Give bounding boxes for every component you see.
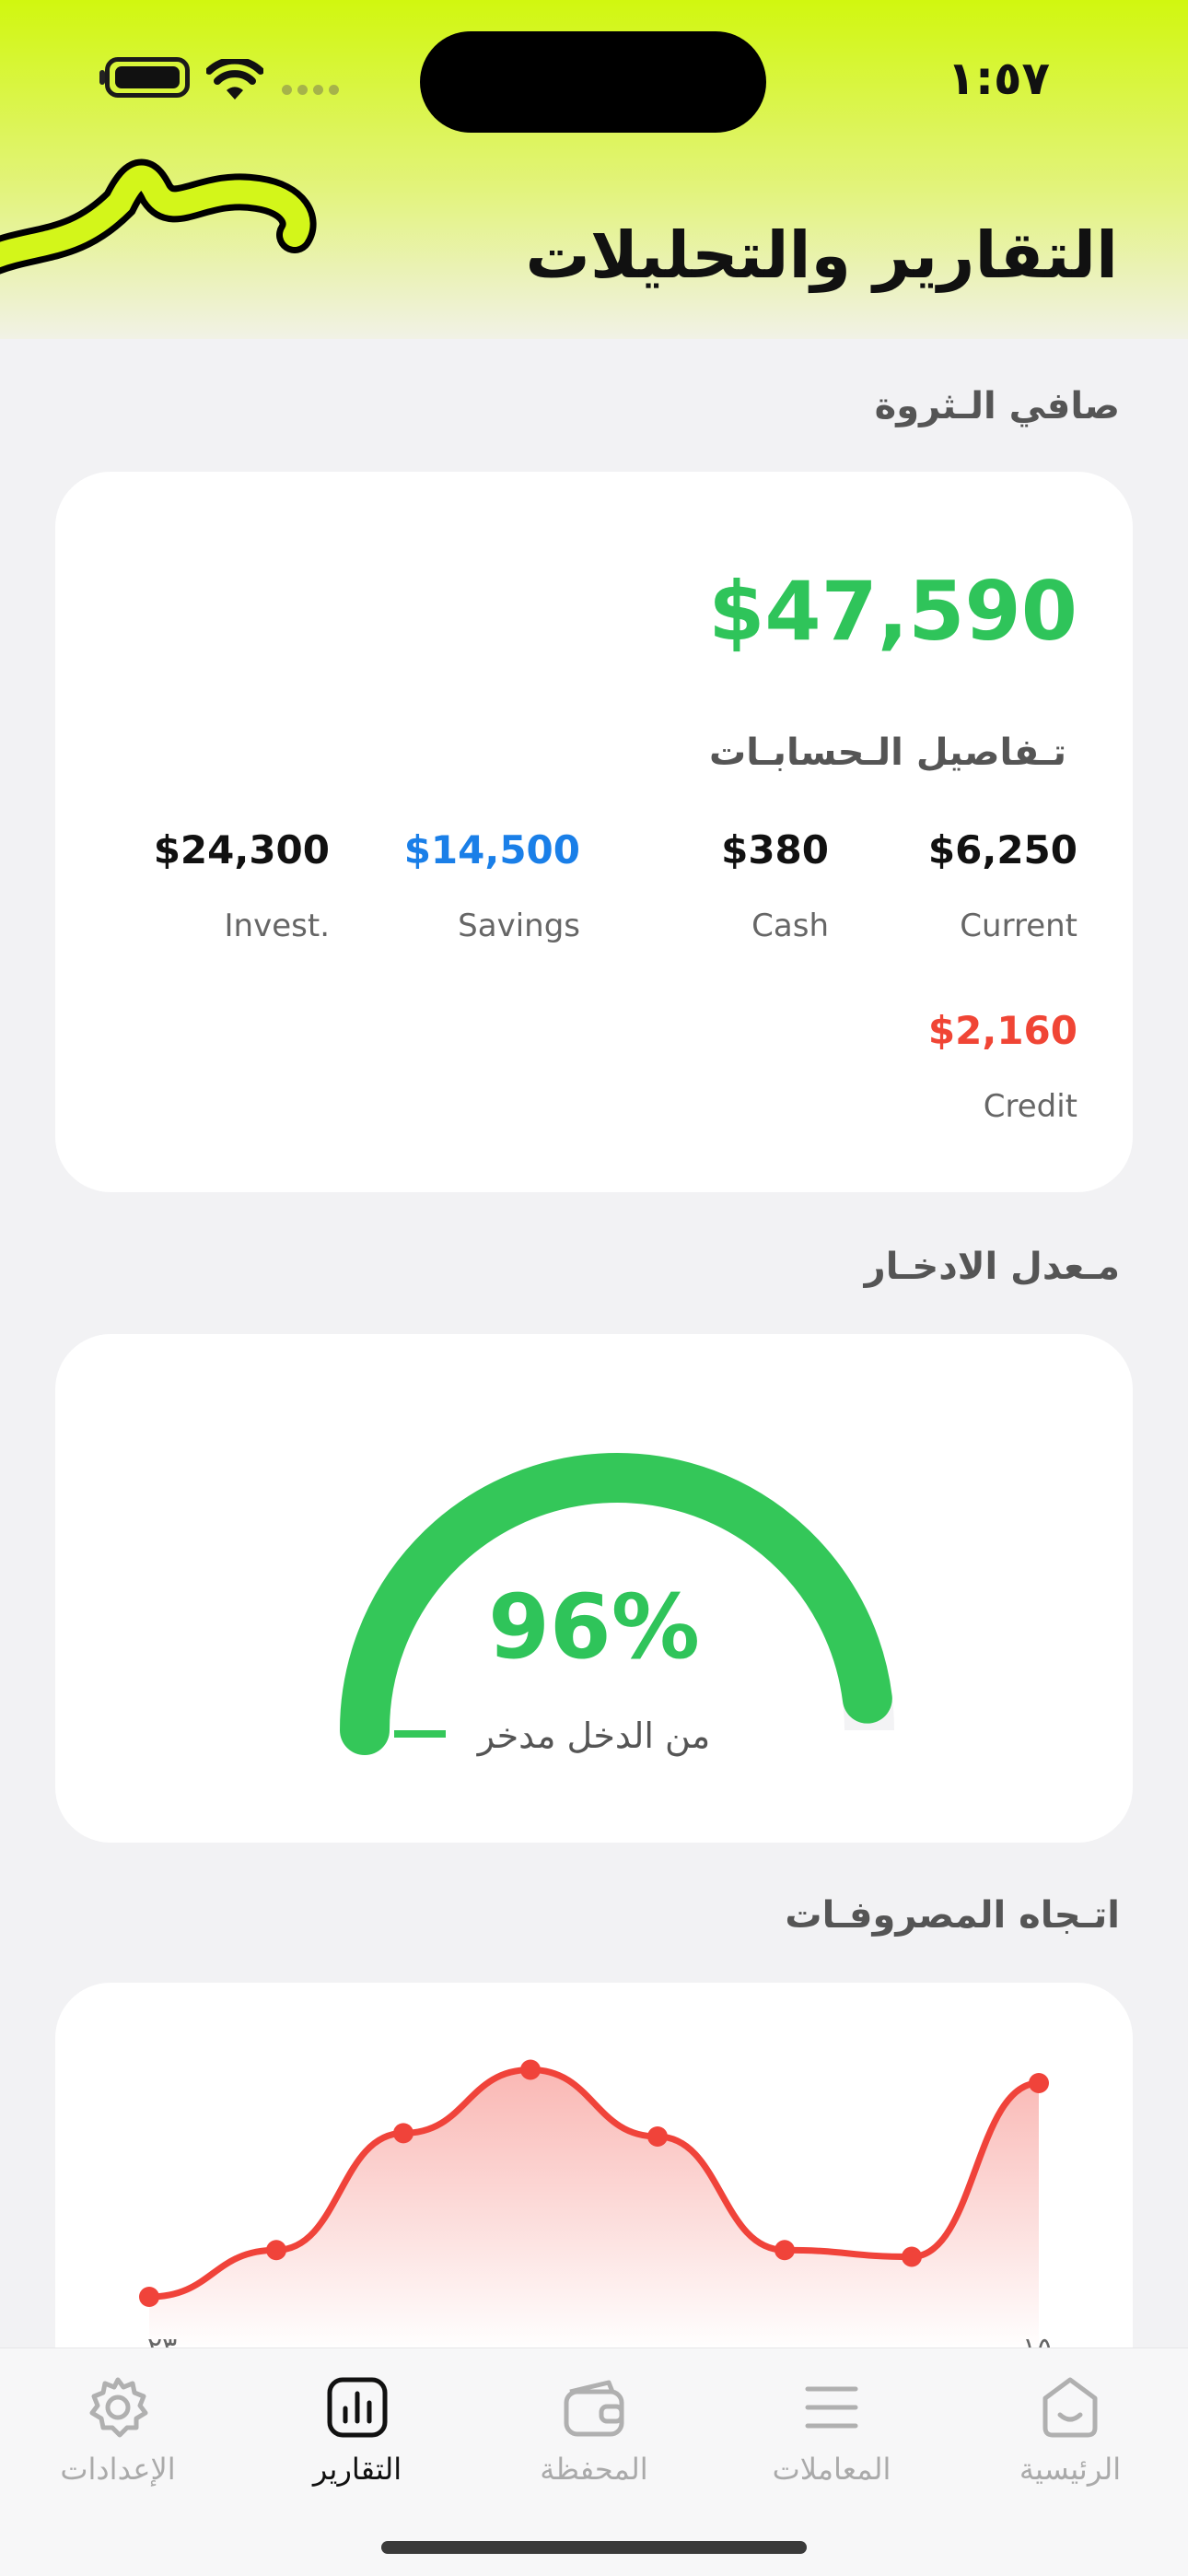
account-amount: $24,300 [153, 827, 330, 872]
trend-area [149, 2069, 1039, 2351]
tab-wallet[interactable]: المحفظة [493, 2372, 695, 2487]
account-current[interactable]: $6,250 Current [856, 827, 1077, 944]
trend-point[interactable] [775, 2240, 795, 2261]
battery-icon [105, 57, 190, 98]
account-cash[interactable]: $380 Cash [608, 827, 829, 944]
dynamic-island [420, 31, 766, 133]
trend-point[interactable] [520, 2059, 541, 2080]
wallet-icon [493, 2372, 695, 2442]
chart-icon [256, 2372, 459, 2442]
account-credit[interactable]: $2,160 Credit [856, 1008, 1077, 1125]
trend-point[interactable] [266, 2240, 286, 2261]
account-label: Credit [983, 1088, 1077, 1125]
net-worth-value: $47,590 [708, 564, 1077, 659]
tab-home[interactable]: الرئيسية [969, 2372, 1171, 2487]
trend-point[interactable] [902, 2246, 922, 2267]
account-amount: $380 [721, 827, 829, 872]
trend-point[interactable] [647, 2126, 668, 2147]
list-icon [730, 2372, 933, 2442]
page-title: التقارير والتحليلات [525, 217, 1118, 293]
status-time: ١:٥٧ [947, 52, 1050, 105]
savings-rate-card: 96% من الدخل مدخر [55, 1334, 1133, 1843]
tab-settings[interactable]: الإعدادات [17, 2372, 219, 2487]
account-label: Invest. [224, 907, 330, 944]
account-amount: $2,160 [927, 1008, 1077, 1053]
signal-icon [282, 85, 339, 95]
account-label: Cash [751, 907, 829, 944]
home-icon [969, 2372, 1171, 2442]
expense-trend-label: اتـجاه المصروفـات [785, 1894, 1120, 1937]
savings-subtitle: من الدخل مدخر [477, 1715, 711, 1756]
trend-point[interactable] [393, 2123, 413, 2144]
account-invest[interactable]: $24,300 Invest. [109, 827, 330, 944]
account-label: Current [960, 907, 1077, 944]
tab-label: التقارير [312, 2452, 402, 2487]
net-worth-label: صافي الـثروة [874, 385, 1120, 427]
trend-point[interactable] [139, 2287, 159, 2307]
gear-icon [17, 2372, 219, 2442]
home-indicator[interactable] [381, 2541, 807, 2554]
wifi-icon [206, 59, 263, 100]
trend-point[interactable] [1029, 2073, 1049, 2093]
tab-label: المحفظة [540, 2452, 648, 2487]
account-amount: $6,250 [927, 827, 1077, 872]
tab-label: المعاملات [772, 2452, 891, 2487]
battery-cap [99, 70, 105, 85]
account-label: Savings [458, 907, 580, 944]
tab-transactions[interactable]: المعاملات [730, 2372, 933, 2487]
savings-rate-label: مـعدل الادخـار [864, 1246, 1120, 1288]
savings-percent: 96% [488, 1575, 700, 1679]
net-worth-card: $47,590 تـفاصيل الـحسابـات $6,250 Curren… [55, 472, 1133, 1192]
tab-reports[interactable]: التقارير [256, 2372, 459, 2487]
accounts-title: تـفاصيل الـحسابـات [709, 732, 1066, 774]
account-savings[interactable]: $14,500 Savings [359, 827, 580, 944]
squiggle-decoration [0, 159, 317, 275]
tab-label: الرئيسية [1019, 2452, 1122, 2487]
account-amount: $14,500 [403, 827, 580, 872]
header: ١:٥٧ التقارير والتحليلات [0, 0, 1188, 339]
tab-label: الإعدادات [60, 2452, 176, 2487]
